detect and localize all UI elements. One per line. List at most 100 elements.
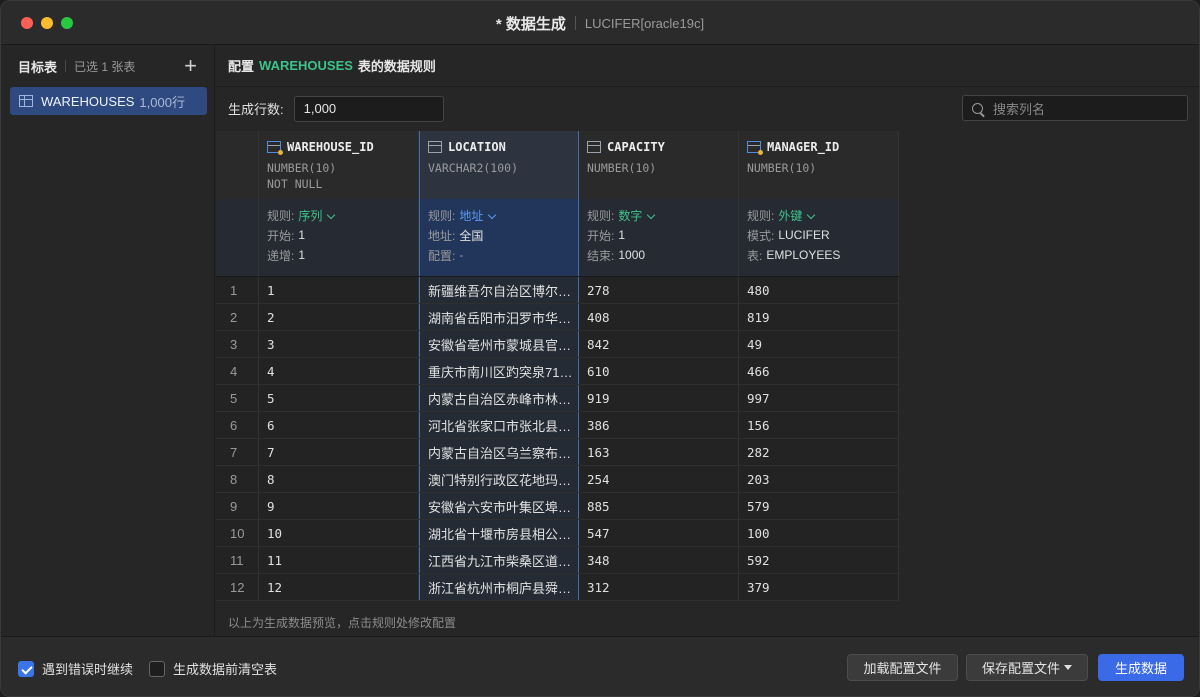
title-group: * 数据生成 LUCIFER[oracle19c] (1, 1, 1199, 45)
search-icon (972, 102, 983, 114)
title-bar: * 数据生成 LUCIFER[oracle19c] (1, 1, 1199, 45)
cell-warehouse-id: 5 (259, 385, 419, 411)
rule-type-select[interactable]: 地址 (459, 207, 497, 224)
column-type: NUMBER(10) (587, 161, 657, 175)
cell-location: 湖南省岳阳市汨罗市华… (419, 304, 579, 330)
data-generation-window: * 数据生成 LUCIFER[oracle19c] 目标表 已选 1 张表 + … (0, 0, 1200, 697)
rule-type-select[interactable]: 序列 (298, 207, 336, 224)
cell-manager-id: 819 (739, 304, 899, 330)
cell-capacity: 610 (579, 358, 739, 384)
index-rule (216, 199, 259, 276)
table-row: 9 9 安徽省六安市叶集区埠… 885 579 (216, 493, 899, 520)
cell-manager-id: 100 (739, 520, 899, 546)
selected-count: 已选 1 张表 (74, 59, 136, 74)
sidebar-header: 目标表 已选 1 张表 + (1, 45, 214, 87)
column-type: NUMBER(10) (747, 161, 817, 175)
config-prefix: 配置 (228, 59, 255, 74)
column-header-location[interactable]: LOCATION VARCHAR2(100) (419, 131, 579, 199)
table-row: 10 10 湖北省十堰市房县相公… 547 100 (216, 520, 899, 547)
rule-key: 结束: (587, 248, 615, 263)
cell-capacity: 547 (579, 520, 739, 546)
row-index: 1 (216, 277, 259, 303)
table-row: 11 11 江西省九江市柴桑区道… 348 592 (216, 547, 899, 574)
search-placeholder: 搜索列名 (993, 101, 1046, 117)
target-table-sidebar: 目标表 已选 1 张表 + WAREHOUSES 1,000行 (1, 45, 215, 636)
rule-cell-manager-id[interactable]: 规则: 外键 模式: LUCIFER 表: EMPLOYEES (739, 199, 899, 276)
rule-value: 1 (298, 248, 306, 262)
cell-manager-id: 282 (739, 439, 899, 465)
rule-row: 规则: 序列 开始: 1 递增: 1 规则: 地址 地址: 全国 配置: - 规则: 数字 开… (216, 199, 899, 277)
cell-warehouse-id: 4 (259, 358, 419, 384)
column-header-capacity[interactable]: CAPACITY NUMBER(10) (579, 131, 739, 199)
window-title: * 数据生成 (495, 15, 566, 33)
rule-value: 1000 (618, 248, 646, 262)
row-index: 10 (216, 520, 259, 546)
button-label: 加载配置文件 (863, 661, 942, 676)
continue-on-error-checkbox[interactable]: 遇到错误时继续 (18, 659, 133, 678)
row-index: 3 (216, 331, 259, 357)
cell-warehouse-id: 3 (259, 331, 419, 357)
cell-location: 重庆市南川区趵突泉71… (419, 358, 579, 384)
cell-manager-id: 379 (739, 574, 899, 600)
cell-capacity: 386 (579, 412, 739, 438)
config-header: 配置 WAREHOUSES 表的数据规则 (216, 45, 1199, 87)
checkbox-label: 遇到错误时继续 (42, 662, 134, 677)
rule-type-select[interactable]: 外键 (778, 207, 816, 224)
cell-manager-id: 156 (739, 412, 899, 438)
cell-location: 内蒙古自治区赤峰市林… (419, 385, 579, 411)
cell-capacity: 163 (579, 439, 739, 465)
truncate-before-checkbox[interactable]: 生成数据前清空表 (149, 659, 277, 678)
cell-warehouse-id: 12 (259, 574, 419, 600)
cell-warehouse-id: 2 (259, 304, 419, 330)
column-name: MANAGER_ID (767, 140, 840, 154)
cell-capacity: 254 (579, 466, 739, 492)
rule-key: 模式: (747, 228, 775, 243)
column-search-input[interactable]: 搜索列名 (962, 95, 1188, 121)
column-header-manager-id[interactable]: MANAGER_ID NUMBER(10) (739, 131, 899, 199)
main-panel: 配置 WAREHOUSES 表的数据规则 生成行数: 1,000 搜索列名 WA… (216, 45, 1199, 636)
table-row: 7 7 内蒙古自治区乌兰察布… 163 282 (216, 439, 899, 466)
table-row: 8 8 澳门特别行政区花地玛… 254 203 (216, 466, 899, 493)
cell-warehouse-id: 11 (259, 547, 419, 573)
chevron-down-icon (488, 210, 497, 219)
button-label: 保存配置文件 (981, 661, 1060, 676)
column-icon (428, 141, 442, 153)
rule-key: 表: (747, 248, 763, 263)
cell-capacity: 312 (579, 574, 739, 600)
cell-warehouse-id: 1 (259, 277, 419, 303)
index-header (216, 131, 259, 199)
column-header-warehouse-id[interactable]: WAREHOUSE_ID NUMBER(10) NOT NULL (259, 131, 419, 199)
table-icon (19, 95, 33, 107)
cell-location: 江西省九江市柴桑区道… (419, 547, 579, 573)
cell-location: 湖北省十堰市房县相公… (419, 520, 579, 546)
column-name: WAREHOUSE_ID (287, 140, 374, 154)
generate-data-button[interactable]: 生成数据 (1098, 654, 1184, 681)
data-rows: 1 1 新疆维吾尔自治区博尔… 278 480 2 2 湖南省岳阳市汨罗市华… 408 819 3 3… (216, 277, 899, 601)
table-row: 12 12 浙江省杭州市桐庐县舜… 312 379 (216, 574, 899, 601)
add-table-button[interactable]: + (184, 55, 197, 77)
config-suffix: 表的数据规则 (357, 59, 436, 74)
sidebar-item-label: WAREHOUSES (41, 93, 135, 109)
row-index: 8 (216, 466, 259, 492)
cell-manager-id: 49 (739, 331, 899, 357)
load-config-button[interactable]: 加载配置文件 (847, 654, 958, 681)
sidebar-item-warehouses[interactable]: WAREHOUSES 1,000行 (10, 87, 207, 115)
cell-manager-id: 480 (739, 277, 899, 303)
row-index: 4 (216, 358, 259, 384)
rows-count-input[interactable]: 1,000 (293, 95, 444, 122)
save-config-button[interactable]: 保存配置文件 (966, 654, 1088, 681)
rule-cell-location[interactable]: 规则: 地址 地址: 全国 配置: - (419, 199, 579, 276)
rule-cell-capacity[interactable]: 规则: 数字 开始: 1 结束: 1000 (579, 199, 739, 276)
rows-toolbar: 生成行数: 1,000 搜索列名 (216, 87, 1199, 130)
foreign-key-column-icon (747, 141, 763, 155)
rule-cell-warehouse-id[interactable]: 规则: 序列 开始: 1 递增: 1 (259, 199, 419, 276)
checkbox-checked-icon (18, 660, 34, 677)
cell-capacity: 842 (579, 331, 739, 357)
rule-key: 规则: (267, 208, 295, 223)
rule-key: 规则: (747, 208, 775, 223)
preview-hint: 以上为生成数据预览，点击规则处修改配置 (228, 616, 457, 630)
table-row: 2 2 湖南省岳阳市汨罗市华… 408 819 (216, 304, 899, 331)
table-row: 5 5 内蒙古自治区赤峰市林… 919 997 (216, 385, 899, 412)
rule-type-select[interactable]: 数字 (618, 207, 656, 224)
column-name: LOCATION (448, 140, 506, 154)
